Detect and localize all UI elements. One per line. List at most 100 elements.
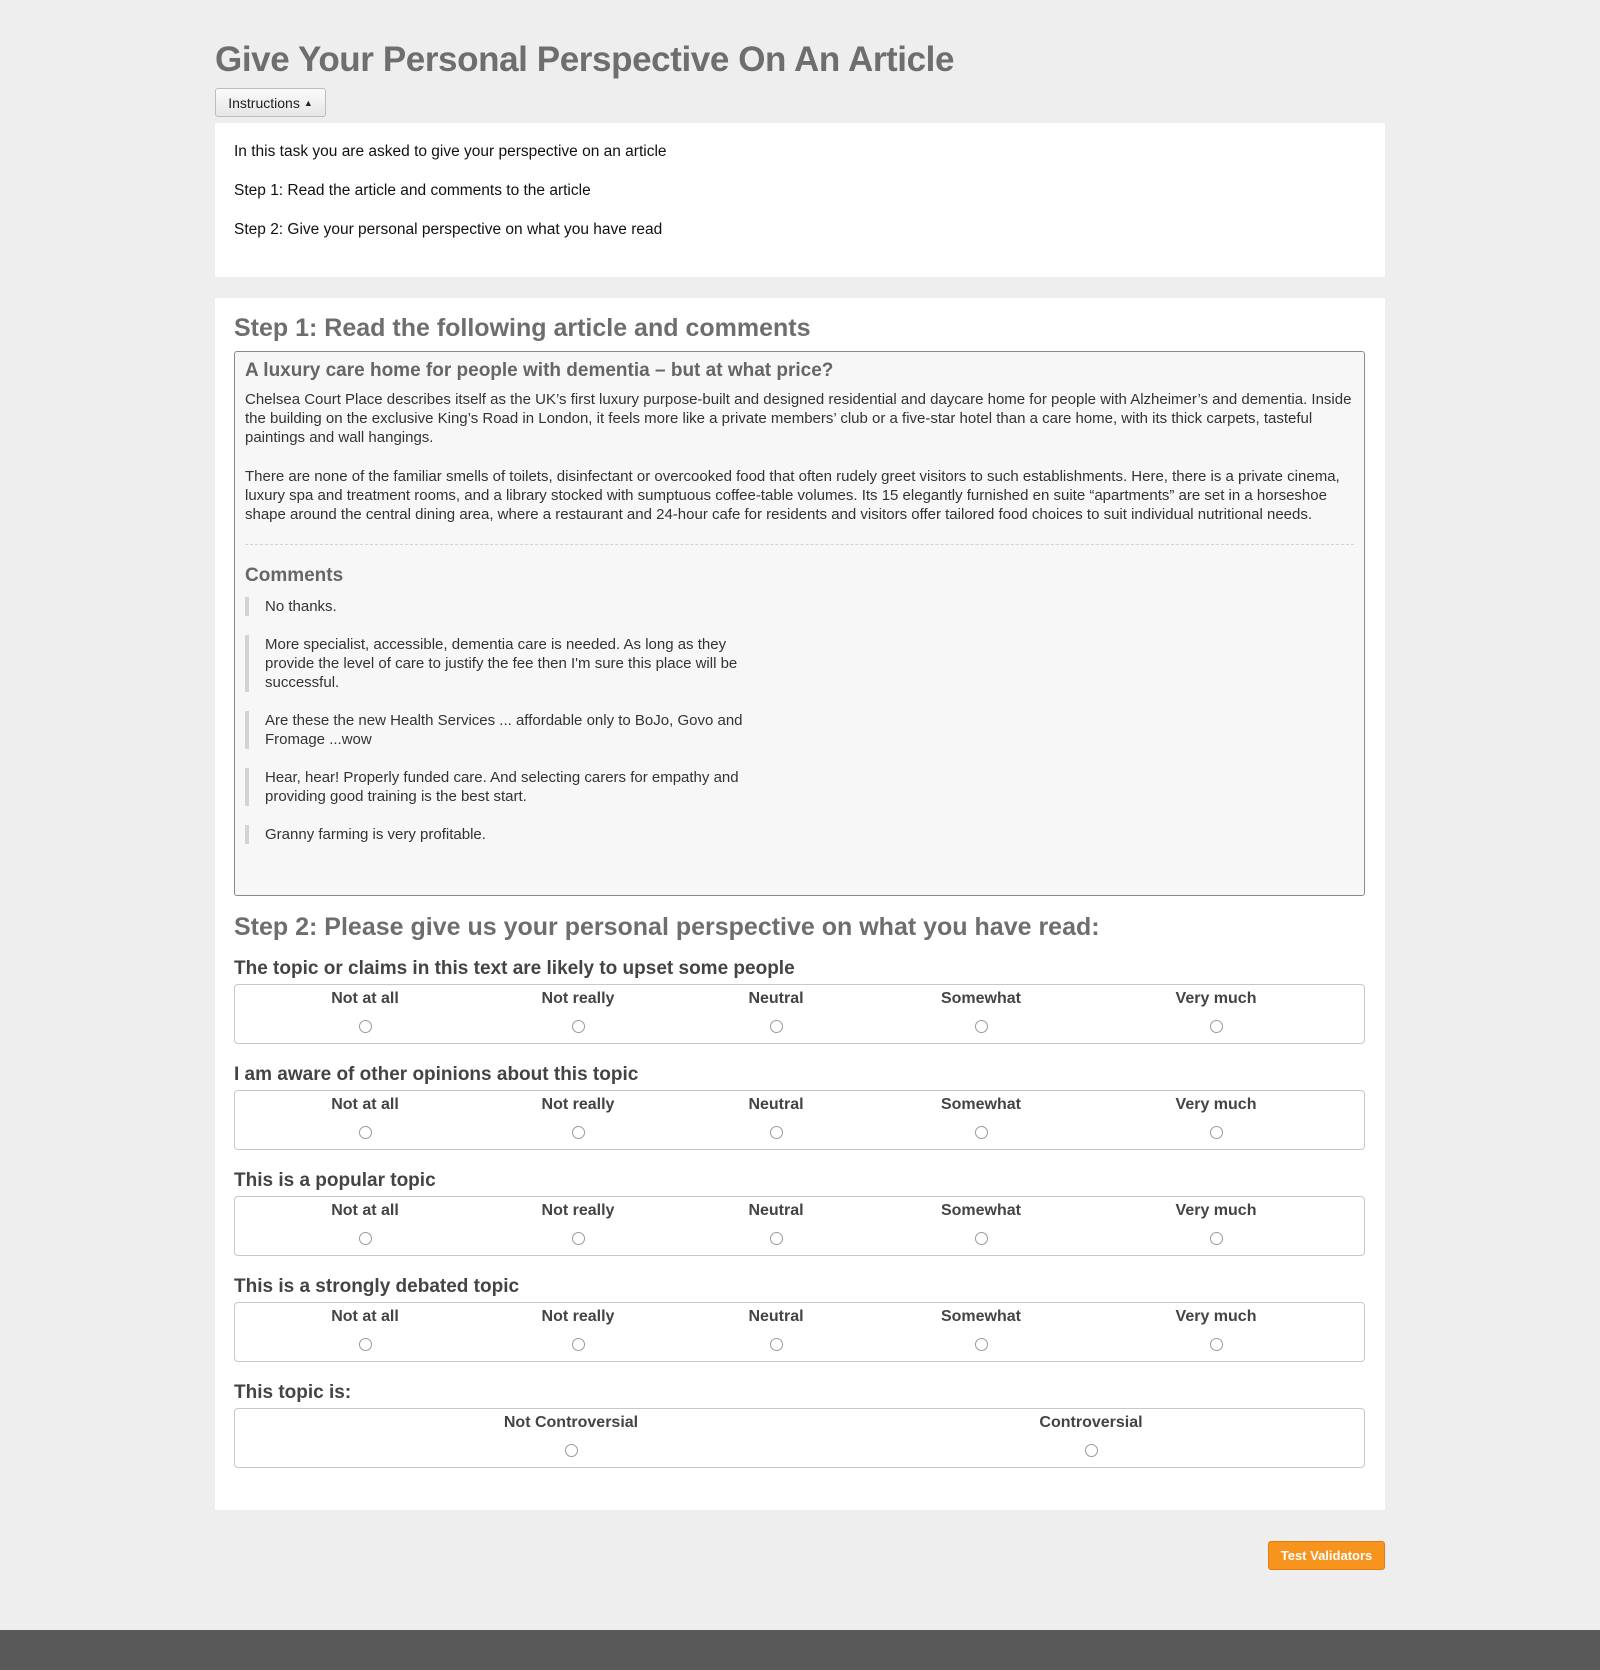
article-title: A luxury care home for people with demen… (245, 360, 834, 381)
option-label: Very much (1175, 1202, 1257, 1219)
option-label: Not really (541, 1308, 615, 1325)
task-panel: Step 1: Read the following article and c… (215, 298, 1385, 1510)
option-label: Not really (541, 1202, 615, 1219)
comment: Granny farming is very profitable. (245, 825, 765, 844)
option-label: Not Controversial (503, 1414, 639, 1431)
option-label: Somewhat (940, 1308, 1021, 1325)
likert-scale: Not at all Not really Neutral Somewhat V… (234, 984, 1365, 1044)
scale-option: Not at all (285, 1303, 445, 1351)
scale-option: Neutral (696, 985, 856, 1033)
radio-not-at-all[interactable] (358, 1126, 372, 1139)
option-label: Neutral (748, 1096, 804, 1113)
scale-option: Not really (498, 1091, 658, 1139)
scale-option: Very much (1136, 1303, 1296, 1351)
radio-not-really[interactable] (571, 1232, 585, 1245)
radio-not-at-all[interactable] (358, 1020, 372, 1033)
controversy-scale: Not Controversial Controversial (234, 1408, 1365, 1468)
option-label: Controversial (1039, 1414, 1143, 1431)
likert-scale: Not at all Not really Neutral Somewhat V… (234, 1090, 1365, 1150)
option-label: Neutral (748, 990, 804, 1007)
option-label: Somewhat (940, 1096, 1021, 1113)
divider (245, 544, 1354, 545)
scale-option: Somewhat (901, 1303, 1061, 1351)
footer-bar (0, 1630, 1600, 1670)
scale-option: Not Controversial (451, 1409, 691, 1457)
radio-not-controversial[interactable] (564, 1444, 578, 1457)
option-label: Very much (1175, 1308, 1257, 1325)
radio-somewhat[interactable] (974, 1126, 988, 1139)
radio-neutral[interactable] (769, 1126, 783, 1139)
instruction-line: Step 1: Read the article and comments to… (234, 182, 591, 199)
likert-scale: Not at all Not really Neutral Somewhat V… (234, 1302, 1365, 1362)
question-label: This topic is: (234, 1382, 352, 1403)
option-label: Neutral (748, 1308, 804, 1325)
scale-option: Somewhat (901, 1091, 1061, 1139)
scale-option: Somewhat (901, 985, 1061, 1033)
option-label: Neutral (748, 1202, 804, 1219)
instructions-button-label: Instructions (228, 94, 300, 111)
radio-very-much[interactable] (1209, 1126, 1223, 1139)
radio-not-at-all[interactable] (358, 1338, 372, 1351)
radio-very-much[interactable] (1209, 1232, 1223, 1245)
radio-somewhat[interactable] (974, 1338, 988, 1351)
option-label: Somewhat (940, 990, 1021, 1007)
instruction-line: In this task you are asked to give your … (234, 143, 667, 160)
scale-option: Neutral (696, 1091, 856, 1139)
comments-heading: Comments (245, 565, 344, 586)
scale-option: Not really (498, 1303, 658, 1351)
comment: No thanks. (245, 597, 765, 616)
scale-option: Not at all (285, 1091, 445, 1139)
option-label: Very much (1175, 1096, 1257, 1113)
instruction-line: Step 2: Give your personal perspective o… (234, 221, 663, 238)
scale-option: Neutral (696, 1303, 856, 1351)
option-label: Very much (1175, 990, 1257, 1007)
scale-option: Somewhat (901, 1197, 1061, 1245)
option-label: Not at all (331, 1096, 399, 1113)
radio-controversial[interactable] (1084, 1444, 1098, 1457)
radio-neutral[interactable] (769, 1020, 783, 1033)
radio-very-much[interactable] (1209, 1020, 1223, 1033)
scale-option: Very much (1136, 1197, 1296, 1245)
radio-somewhat[interactable] (974, 1232, 988, 1245)
radio-somewhat[interactable] (974, 1020, 988, 1033)
step1-heading: Step 1: Read the following article and c… (234, 314, 811, 342)
option-label: Not at all (331, 1202, 399, 1219)
scale-option: Not really (498, 985, 658, 1033)
scale-option: Very much (1136, 1091, 1296, 1139)
radio-not-at-all[interactable] (358, 1232, 372, 1245)
question-label: This is a popular topic (234, 1170, 436, 1191)
caret-up-icon: ▲ (303, 97, 313, 108)
option-label: Not at all (331, 1308, 399, 1325)
scale-option: Not really (498, 1197, 658, 1245)
scale-option: Not at all (285, 1197, 445, 1245)
radio-very-much[interactable] (1209, 1338, 1223, 1351)
radio-not-really[interactable] (571, 1338, 585, 1351)
option-label: Somewhat (940, 1202, 1021, 1219)
radio-not-really[interactable] (571, 1126, 585, 1139)
article-paragraph: Chelsea Court Place describes itself as … (245, 391, 1352, 446)
instructions-toggle-button[interactable]: Instructions ▲ (215, 88, 326, 117)
radio-neutral[interactable] (769, 1338, 783, 1351)
article-paragraph: There are none of the familiar smells of… (245, 468, 1340, 523)
article-box: A luxury care home for people with demen… (234, 351, 1365, 896)
instructions-panel: In this task you are asked to give your … (215, 123, 1385, 277)
scale-option: Very much (1136, 985, 1296, 1033)
question-label: I am aware of other opinions about this … (234, 1064, 639, 1085)
question-label: The topic or claims in this text are lik… (234, 958, 795, 979)
option-label: Not really (541, 990, 615, 1007)
option-label: Not at all (331, 990, 399, 1007)
question-label: This is a strongly debated topic (234, 1276, 520, 1297)
comment: Hear, hear! Properly funded care. And se… (245, 768, 765, 806)
radio-neutral[interactable] (769, 1232, 783, 1245)
scale-option: Not at all (285, 985, 445, 1033)
step2-heading: Step 2: Please give us your personal per… (234, 913, 1100, 941)
comment: Are these the new Health Services ... af… (245, 711, 765, 749)
option-label: Not really (541, 1096, 615, 1113)
comment: More specialist, accessible, dementia ca… (245, 635, 765, 692)
scale-option: Neutral (696, 1197, 856, 1245)
radio-not-really[interactable] (571, 1020, 585, 1033)
test-validators-button[interactable]: Test Validators (1268, 1541, 1385, 1570)
page-title: Give Your Personal Perspective On An Art… (215, 40, 955, 79)
scale-option: Controversial (971, 1409, 1211, 1457)
likert-scale: Not at all Not really Neutral Somewhat V… (234, 1196, 1365, 1256)
